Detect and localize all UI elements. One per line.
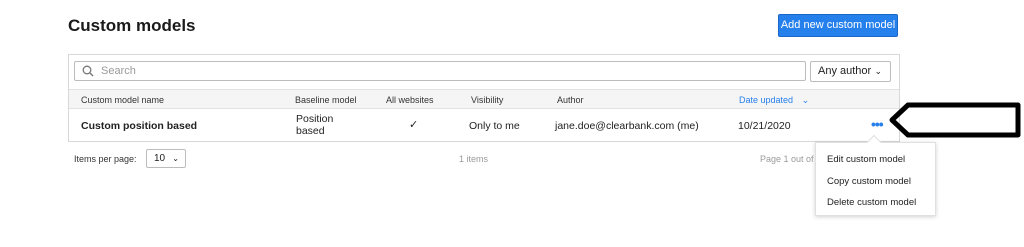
- arrow-pointer-icon: [889, 102, 1021, 138]
- menu-item-delete[interactable]: Delete custom model: [827, 197, 916, 208]
- search-icon: [82, 65, 94, 77]
- date-updated-cell: 10/21/2020: [738, 120, 791, 132]
- items-per-page-value: 10: [154, 153, 166, 164]
- model-name-cell: Custom position based: [81, 120, 198, 132]
- sort-descending-icon: ⌄: [801, 95, 810, 105]
- search-input[interactable]: [101, 63, 791, 79]
- row-actions-menu: Edit custom model Copy custom model Dele…: [815, 142, 936, 216]
- search-field[interactable]: [74, 61, 806, 81]
- date-updated-label: Date updated: [739, 95, 794, 105]
- checkmark-icon: ✓: [409, 119, 419, 131]
- author-filter-dropdown[interactable]: Any author ⌄: [810, 61, 891, 82]
- menu-item-edit[interactable]: Edit custom model: [827, 154, 905, 165]
- chevron-down-icon: ⌄: [172, 154, 179, 163]
- more-actions-icon[interactable]: •••: [871, 117, 884, 131]
- table-row[interactable]: Custom position based Position based ✓ O…: [69, 109, 899, 142]
- items-count: 1 items: [459, 154, 489, 164]
- baseline-cell: Position based: [296, 113, 334, 137]
- menu-item-copy[interactable]: Copy custom model: [827, 176, 911, 187]
- add-custom-model-button[interactable]: Add new custom model: [778, 14, 898, 37]
- items-per-page-dropdown[interactable]: 10 ⌄: [146, 149, 186, 168]
- column-header-date-updated[interactable]: Date updated ⌄: [739, 95, 809, 106]
- table-header: Custom model name Baseline model All web…: [69, 89, 899, 109]
- models-panel: Any author ⌄ Custom model name Baseline …: [68, 54, 900, 142]
- items-per-page-label: Items per page:: [74, 154, 137, 164]
- page-info: Page 1 out of: [760, 154, 814, 164]
- column-header-visibility: Visibility: [471, 95, 504, 105]
- visibility-cell: Only to me: [469, 120, 520, 132]
- column-header-all-websites: All websites: [386, 95, 434, 105]
- page-title: Custom models: [68, 16, 196, 35]
- column-header-baseline: Baseline model: [295, 95, 357, 105]
- author-cell: jane.doe@clearbank.com (me): [555, 120, 699, 132]
- column-header-author: Author: [557, 95, 584, 105]
- column-header-name: Custom model name: [81, 95, 165, 105]
- author-filter-value: Any author: [818, 65, 872, 77]
- chevron-down-icon: ⌄: [874, 66, 882, 76]
